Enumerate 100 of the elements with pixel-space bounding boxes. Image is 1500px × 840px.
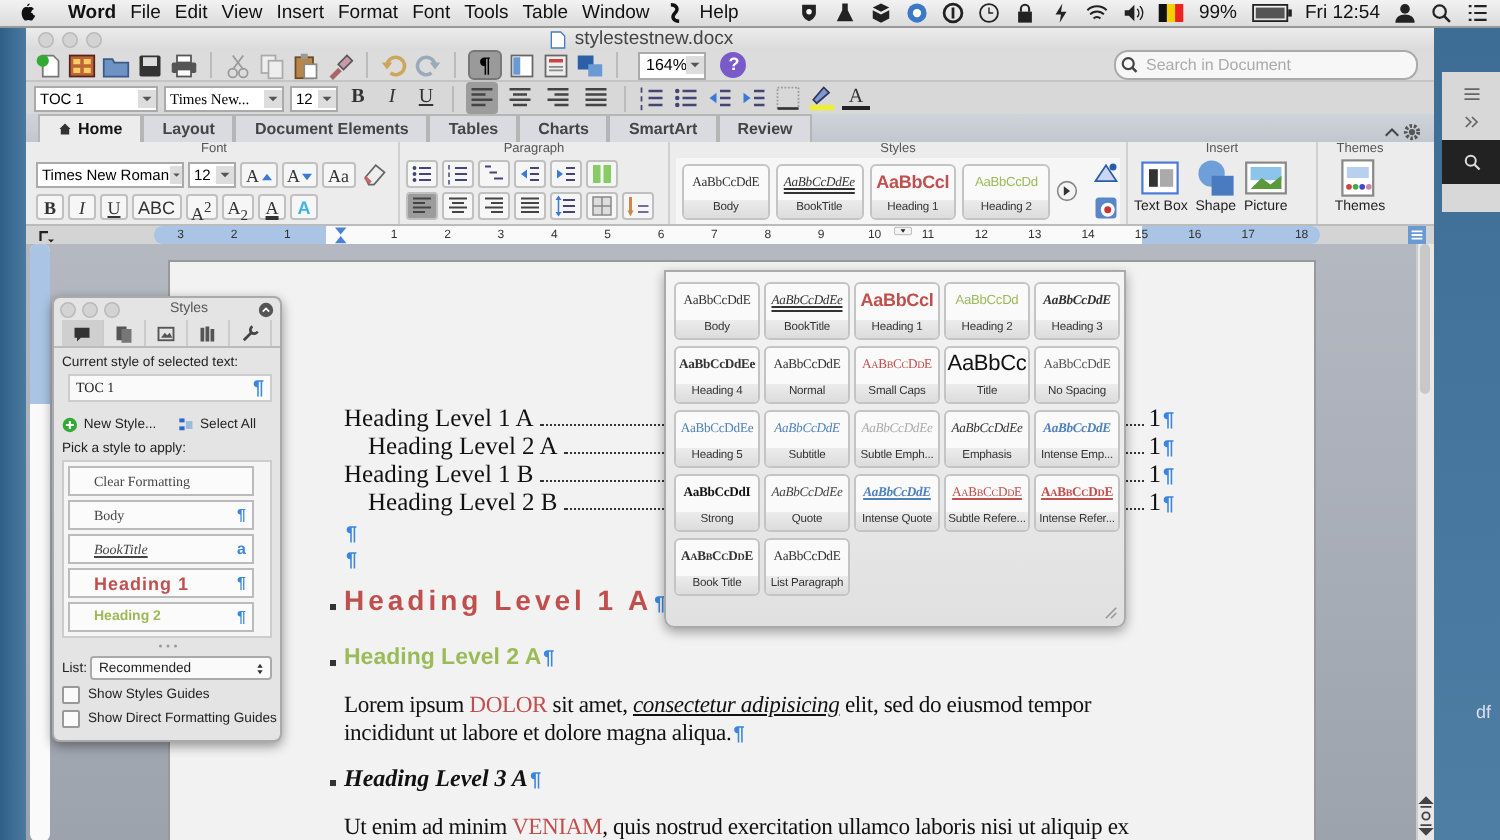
apple-icon[interactable] — [16, 2, 38, 24]
search-field[interactable]: Search in Document — [1114, 50, 1418, 80]
italic-button[interactable]: I — [68, 193, 96, 219]
clock[interactable]: Fri 12:54 — [1305, 2, 1380, 24]
numbered-list-icon[interactable] — [442, 160, 474, 188]
media-icon[interactable] — [576, 51, 604, 79]
menu-item[interactable]: Font — [412, 2, 451, 24]
eraser-icon[interactable] — [359, 160, 387, 188]
bullet-list-icon[interactable] — [672, 84, 700, 112]
flask-icon[interactable] — [834, 2, 857, 24]
numbered-list-icon[interactable] — [638, 84, 666, 112]
gallery-handle-icon[interactable] — [894, 226, 912, 236]
indent-icon[interactable] — [740, 84, 768, 112]
lock-icon[interactable] — [1014, 2, 1037, 24]
borders-icon[interactable] — [774, 84, 802, 112]
wifi-icon[interactable] — [1086, 2, 1109, 24]
ribbon-tab[interactable]: Charts — [518, 114, 609, 142]
menu-item[interactable]: File — [130, 2, 161, 24]
checkbox[interactable] — [62, 710, 80, 728]
change-styles-icon[interactable] — [1092, 160, 1120, 188]
target-icon[interactable] — [906, 2, 929, 24]
align-left-icon[interactable] — [406, 192, 438, 220]
grow-font-button[interactable]: A — [240, 161, 277, 187]
speaker-icon[interactable] — [1122, 2, 1145, 24]
italic-button[interactable]: I — [378, 85, 406, 111]
sub-button[interactable]: A$_{2}$ — [221, 193, 255, 219]
line-spacing-icon[interactable] — [550, 192, 582, 220]
menu-item[interactable]: Tools — [464, 2, 509, 24]
menu-item[interactable]: Window — [582, 2, 650, 24]
page-view-icon[interactable] — [542, 51, 570, 79]
page-nav-icon[interactable] — [1418, 794, 1434, 838]
menu-icon[interactable] — [1461, 84, 1481, 104]
font-color-button[interactable]: A — [258, 193, 287, 219]
toc-entry[interactable]: Heading Level 2 A — [368, 434, 558, 460]
ribbon-tab[interactable]: SmartArt — [608, 114, 718, 142]
ribbon-tab[interactable]: Document Elements — [234, 114, 429, 142]
search-icon[interactable] — [1430, 2, 1452, 24]
font-color-button[interactable]: A — [842, 86, 870, 110]
sidebar-icon[interactable] — [508, 51, 536, 79]
ribbon-tab[interactable]: Tables — [428, 114, 519, 142]
ribbon-tab[interactable]: Review — [717, 114, 813, 142]
bullet-list-icon[interactable] — [406, 160, 438, 188]
change-case-button[interactable]: Aa — [322, 161, 355, 187]
zoom-field[interactable]: 164% — [638, 51, 707, 79]
user-icon[interactable] — [1394, 2, 1416, 24]
add-icon[interactable] — [62, 416, 78, 434]
outdent-icon[interactable] — [706, 84, 734, 112]
brush-icon[interactable] — [326, 51, 354, 79]
super-button[interactable]: A$^{2}$ — [185, 193, 218, 219]
collapse-icon[interactable] — [258, 301, 274, 317]
search-input[interactable]: Search in Document — [1146, 56, 1386, 74]
gear-icon[interactable] — [1402, 122, 1422, 142]
align-right-icon[interactable] — [478, 192, 510, 220]
toc-entry[interactable]: Heading Level 1 A — [344, 406, 534, 432]
align-left-icon[interactable] — [466, 82, 498, 114]
gallery-icon[interactable] — [68, 51, 96, 79]
battery-icon[interactable] — [1251, 4, 1291, 22]
clock-icon[interactable] — [978, 2, 1001, 24]
shrink-font-button[interactable]: A — [281, 161, 318, 187]
app-menu[interactable]: Word — [68, 2, 117, 24]
show-marks-button[interactable]: ¶ — [468, 50, 502, 80]
save-icon[interactable] — [136, 51, 164, 79]
highlight-icon[interactable] — [808, 84, 836, 112]
ribbon-tab[interactable]: Layout — [142, 114, 235, 142]
help-button[interactable]: ? — [720, 52, 747, 78]
resize-handle-icon[interactable] — [155, 642, 179, 650]
double-chevron-icon[interactable] — [1461, 112, 1481, 132]
toc-entry[interactable]: Heading Level 2 B — [368, 490, 558, 516]
bold-button[interactable]: B — [36, 193, 64, 219]
outdent-icon[interactable] — [514, 160, 546, 188]
menu-item[interactable]: Table — [522, 2, 568, 24]
menu-item[interactable]: Help — [699, 2, 739, 24]
bold-button[interactable]: B — [344, 85, 372, 111]
menu-item[interactable]: View — [221, 2, 263, 24]
ribbon-tab[interactable]: Home — [38, 114, 143, 142]
tab-stop-icon[interactable] — [36, 226, 54, 244]
paste-icon[interactable] — [292, 51, 320, 79]
justify-icon[interactable] — [514, 192, 546, 220]
underline-button[interactable]: U — [100, 193, 128, 219]
multilevel-list-icon[interactable] — [478, 160, 510, 188]
menu-item[interactable]: Insert — [276, 2, 324, 24]
search-icon[interactable] — [1461, 152, 1481, 172]
underline-button[interactable]: U — [412, 85, 440, 111]
ring-icon[interactable] — [942, 2, 965, 24]
strike-button[interactable]: ABC — [132, 193, 182, 219]
print-icon[interactable] — [170, 51, 198, 79]
resize-grip-icon[interactable] — [1104, 606, 1118, 620]
indent-icon[interactable] — [550, 160, 582, 188]
select-all-icon[interactable] — [178, 416, 195, 434]
toc-entry[interactable]: Heading Level 1 B — [344, 462, 534, 488]
new-document-icon[interactable] — [34, 51, 62, 79]
search-icon[interactable] — [1120, 54, 1142, 76]
menu-item[interactable]: Format — [337, 2, 399, 24]
list-icon[interactable] — [1466, 2, 1488, 24]
align-center-icon[interactable] — [442, 192, 474, 220]
shield-icon[interactable] — [798, 2, 821, 24]
palette-tab[interactable] — [62, 320, 104, 346]
box-icon[interactable] — [870, 2, 893, 24]
flag-icon[interactable] — [1158, 4, 1185, 22]
sort-icon[interactable] — [622, 192, 654, 220]
